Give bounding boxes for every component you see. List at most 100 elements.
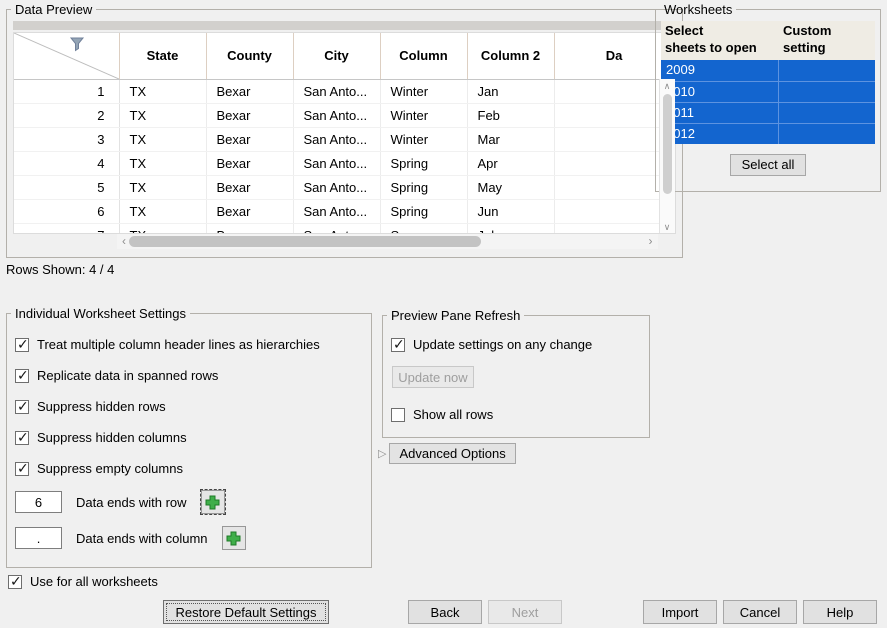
cell-column[interactable]: Winter: [380, 103, 467, 127]
update-now-button[interactable]: Update now: [392, 366, 474, 388]
cell-column[interactable]: Spring: [380, 199, 467, 223]
worksheet-row-2010[interactable]: 2010: [661, 81, 875, 102]
cell-county[interactable]: Bexar: [206, 199, 293, 223]
cell-city[interactable]: San Anto...: [293, 103, 380, 127]
back-button[interactable]: Back: [408, 600, 482, 624]
cell-column2[interactable]: Feb: [467, 103, 554, 127]
cell-state[interactable]: TX: [119, 223, 206, 234]
cell-column[interactable]: Winter: [380, 127, 467, 151]
cell-state[interactable]: TX: [119, 151, 206, 175]
cell-state[interactable]: TX: [119, 175, 206, 199]
scroll-right-icon[interactable]: ›: [646, 234, 656, 249]
cell-county[interactable]: Bexar: [206, 175, 293, 199]
scroll-down-icon[interactable]: ∨: [660, 221, 675, 234]
cell-city[interactable]: San Anto...: [293, 175, 380, 199]
worksheet-custom-setting[interactable]: [779, 124, 875, 144]
cell-county[interactable]: Bexar: [206, 223, 293, 234]
cell-city[interactable]: San Anto...: [293, 127, 380, 151]
worksheet-custom-setting[interactable]: [779, 60, 875, 81]
cell-column[interactable]: Spring: [380, 151, 467, 175]
cell-column[interactable]: Winter: [380, 79, 467, 103]
cancel-button[interactable]: Cancel: [723, 600, 797, 624]
row-number-cell[interactable]: 5: [14, 175, 119, 199]
cell-state[interactable]: TX: [119, 127, 206, 151]
worksheet-row-2011[interactable]: 2011: [661, 102, 875, 123]
row-number-cell[interactable]: 4: [14, 151, 119, 175]
select-all-button[interactable]: Select all: [730, 154, 806, 176]
next-button[interactable]: Next: [488, 600, 562, 624]
preview-pane-refresh-group: Preview Pane Refresh Update settings on …: [382, 308, 650, 438]
vertical-scrollbar[interactable]: ∧ ∨: [659, 79, 675, 234]
cell-column[interactable]: Summer: [380, 223, 467, 234]
cell-county[interactable]: Bexar: [206, 79, 293, 103]
cell-city[interactable]: San Anto...: [293, 223, 380, 234]
row-number-cell[interactable]: 6: [14, 199, 119, 223]
data-preview-grid: State County City Column Column 2 Da 1 T…: [13, 32, 676, 234]
table-row: 5 TX Bexar San Anto... Spring May: [14, 175, 674, 199]
cell-county[interactable]: Bexar: [206, 151, 293, 175]
option-label: Use for all worksheets: [30, 574, 158, 589]
scroll-left-icon[interactable]: ‹: [119, 234, 129, 249]
column-header-state[interactable]: State: [119, 33, 206, 79]
row-number-cell[interactable]: 2: [14, 103, 119, 127]
option-replicate-spanned: Replicate data in spanned rows: [15, 366, 371, 385]
worksheet-row-2012[interactable]: 2012: [661, 123, 875, 144]
import-button[interactable]: Import: [643, 600, 717, 624]
cell-city[interactable]: San Anto...: [293, 151, 380, 175]
cell-city[interactable]: San Anto...: [293, 199, 380, 223]
horizontal-scrollbar[interactable]: ‹ ›: [117, 234, 658, 249]
cell-column2[interactable]: Jan: [467, 79, 554, 103]
column-header-city[interactable]: City: [293, 33, 380, 79]
cell-column2[interactable]: Jun: [467, 199, 554, 223]
row-number-cell[interactable]: 1: [14, 79, 119, 103]
cell-county[interactable]: Bexar: [206, 127, 293, 151]
cell-state[interactable]: TX: [119, 79, 206, 103]
help-button[interactable]: Help: [803, 600, 877, 624]
cell-column2[interactable]: Jul: [467, 223, 554, 234]
worksheet-name[interactable]: 2011: [661, 103, 779, 123]
row-number-cell[interactable]: 7: [14, 223, 119, 234]
option-label: Update settings on any change: [413, 337, 592, 352]
column-header-county[interactable]: County: [206, 33, 293, 79]
cell-state[interactable]: TX: [119, 199, 206, 223]
treat-hierarchies-checkbox[interactable]: [15, 338, 29, 352]
scroll-up-icon[interactable]: ∧: [660, 80, 675, 93]
suppress-hidden-rows-checkbox[interactable]: [15, 400, 29, 414]
update-on-change-checkbox[interactable]: [391, 338, 405, 352]
worksheet-name[interactable]: 2010: [661, 82, 779, 102]
data-ends-column-input[interactable]: [15, 527, 62, 549]
row-number-cell[interactable]: 3: [14, 127, 119, 151]
cell-column2[interactable]: Mar: [467, 127, 554, 151]
add-column-end-button[interactable]: [222, 526, 246, 550]
cell-data[interactable]: [554, 223, 674, 234]
cell-state[interactable]: TX: [119, 103, 206, 127]
table-row: 2 TX Bexar San Anto... Winter Feb: [14, 103, 674, 127]
show-all-rows-checkbox[interactable]: [391, 408, 405, 422]
add-row-end-button[interactable]: [201, 490, 225, 514]
suppress-hidden-columns-checkbox[interactable]: [15, 431, 29, 445]
cell-column2[interactable]: Apr: [467, 151, 554, 175]
disclosure-triangle-icon[interactable]: ▷: [378, 447, 386, 460]
worksheet-custom-setting[interactable]: [779, 103, 875, 123]
column-header-column2[interactable]: Column 2: [467, 33, 554, 79]
cell-column2[interactable]: May: [467, 175, 554, 199]
column-header-column[interactable]: Column: [380, 33, 467, 79]
horizontal-scrollbar-thumb[interactable]: [129, 236, 481, 247]
worksheet-name[interactable]: 2009: [661, 60, 779, 81]
advanced-options-button[interactable]: Advanced Options: [389, 443, 515, 464]
suppress-empty-columns-checkbox[interactable]: [15, 462, 29, 476]
worksheet-name[interactable]: 2012: [661, 124, 779, 144]
vertical-scrollbar-thumb[interactable]: [663, 94, 672, 194]
cell-data[interactable]: [554, 199, 674, 223]
cell-city[interactable]: San Anto...: [293, 79, 380, 103]
cell-county[interactable]: Bexar: [206, 103, 293, 127]
restore-default-settings-button[interactable]: Restore Default Settings: [163, 600, 329, 624]
worksheet-custom-setting[interactable]: [779, 82, 875, 102]
use-for-all-worksheets-checkbox[interactable]: [8, 575, 22, 589]
worksheets-group: Worksheets Select sheets to open Custom …: [655, 2, 881, 192]
worksheet-row-2009[interactable]: 2009: [661, 60, 875, 81]
cell-column[interactable]: Spring: [380, 175, 467, 199]
advanced-options-row: ▷ Advanced Options: [378, 443, 516, 464]
data-ends-row-input[interactable]: [15, 491, 62, 513]
replicate-spanned-checkbox[interactable]: [15, 369, 29, 383]
